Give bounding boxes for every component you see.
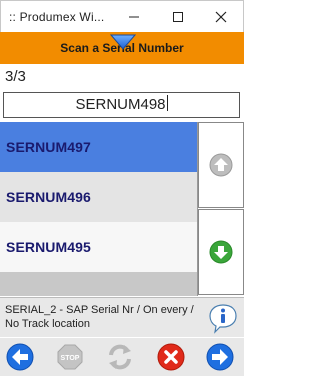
arrow-down-icon bbox=[209, 240, 233, 264]
arrow-left-icon bbox=[6, 343, 34, 371]
close-window-button[interactable] bbox=[199, 1, 243, 33]
maximize-button[interactable] bbox=[156, 1, 200, 33]
serial-number-input[interactable]: SERNUM498 bbox=[3, 92, 240, 118]
cancel-button[interactable] bbox=[156, 342, 186, 372]
screen-header: Scan a Serial Number bbox=[0, 32, 244, 64]
scroll-up-button[interactable] bbox=[198, 122, 244, 208]
text-caret bbox=[166, 95, 168, 111]
maximize-icon bbox=[172, 11, 183, 22]
scroll-panel bbox=[197, 122, 244, 296]
list-item-label: SERNUM496 bbox=[6, 189, 91, 205]
list-item-label: SERNUM495 bbox=[6, 239, 91, 255]
info-icon[interactable] bbox=[207, 302, 239, 334]
stop-label: STOP bbox=[61, 355, 80, 362]
serial-number-value: SERNUM498 bbox=[75, 96, 166, 113]
window-title: :: Produmex Wi... bbox=[9, 9, 105, 24]
list-item[interactable]: SERNUM497 bbox=[0, 122, 197, 172]
next-button[interactable] bbox=[205, 342, 235, 372]
cancel-icon bbox=[157, 343, 185, 371]
dropdown-triangle-icon[interactable] bbox=[110, 34, 136, 50]
refresh-icon bbox=[109, 344, 131, 370]
stop-button[interactable]: STOP bbox=[55, 342, 85, 372]
info-bar: SERIAL_2 - SAP Serial Nr / On every / No… bbox=[0, 297, 244, 337]
window-titlebar: :: Produmex Wi... bbox=[0, 0, 244, 32]
list-empty-area bbox=[0, 272, 197, 296]
arrow-up-icon bbox=[209, 153, 233, 177]
refresh-button[interactable] bbox=[105, 342, 135, 372]
item-counter: 3/3 bbox=[5, 68, 26, 85]
bottom-toolbar: STOP bbox=[0, 338, 244, 376]
list-item-label: SERNUM497 bbox=[6, 139, 91, 155]
minimize-icon bbox=[128, 16, 139, 17]
serial-list: SERNUM497 SERNUM496 SERNUM495 bbox=[0, 122, 197, 296]
list-item[interactable]: SERNUM496 bbox=[0, 172, 197, 222]
back-button[interactable] bbox=[5, 342, 35, 372]
close-icon bbox=[215, 11, 227, 22]
scroll-down-button[interactable] bbox=[198, 209, 244, 295]
stop-icon: STOP bbox=[57, 344, 83, 370]
info-text: SERIAL_2 - SAP Serial Nr / On every / No… bbox=[5, 304, 194, 330]
list-item[interactable]: SERNUM495 bbox=[0, 222, 197, 272]
minimize-button[interactable] bbox=[112, 1, 156, 33]
arrow-right-icon bbox=[206, 343, 234, 371]
